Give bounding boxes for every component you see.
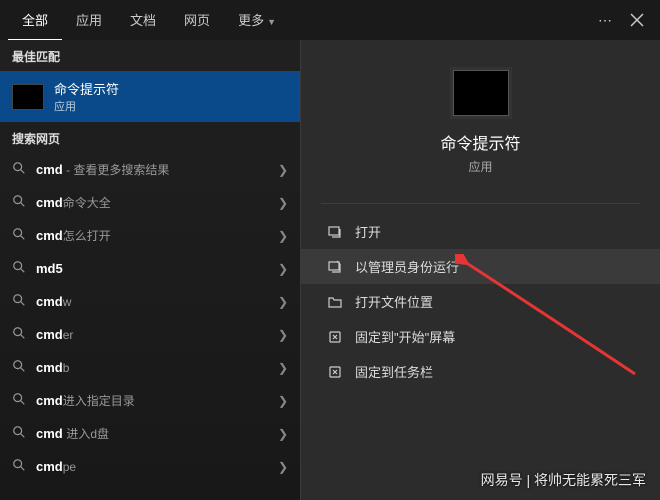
action-label: 固定到任务栏 (355, 362, 433, 381)
chevron-down-icon: ▼ (267, 17, 276, 27)
web-result-label: cmd - 查看更多搜索结果 (36, 161, 169, 178)
web-result-item[interactable]: cmdpe ❯ (0, 450, 300, 483)
action-pin-taskbar[interactable]: 固定到任务栏 (301, 354, 660, 389)
admin-icon (327, 259, 343, 275)
pin-start-icon (327, 329, 343, 345)
preview-panel: 命令提示符 应用 打开以管理员身份运行打开文件位置固定到"开始"屏幕固定到任务栏 (300, 40, 660, 500)
tab-more[interactable]: 更多▼ (224, 0, 290, 41)
best-match-subtitle: 应用 (54, 98, 119, 114)
web-result-item[interactable]: cmd - 查看更多搜索结果 ❯ (0, 153, 300, 186)
web-search-header: 搜索网页 (0, 122, 300, 153)
web-result-label: cmd怎么打开 (36, 227, 111, 244)
tab-all[interactable]: 全部 (8, 0, 62, 41)
chevron-right-icon: ❯ (278, 394, 288, 408)
search-icon (12, 326, 26, 343)
search-icon (12, 227, 26, 244)
action-label: 打开 (355, 222, 381, 241)
watermark: 网易号 | 将帅无能累死三军 (481, 470, 646, 490)
search-icon (12, 392, 26, 409)
action-admin[interactable]: 以管理员身份运行 (301, 249, 660, 284)
open-icon (327, 224, 343, 240)
web-result-item[interactable]: cmder ❯ (0, 318, 300, 351)
web-result-item[interactable]: md5 ❯ (0, 252, 300, 285)
search-icon (12, 260, 26, 277)
chevron-right-icon: ❯ (278, 163, 288, 177)
top-bar: 全部 应用 文档 网页 更多▼ ⋯ (0, 0, 660, 40)
web-result-item[interactable]: cmd进入指定目录 ❯ (0, 384, 300, 417)
web-result-label: cmdb (36, 360, 69, 375)
preview-title: 命令提示符 (440, 130, 520, 154)
web-result-label: cmd进入指定目录 (36, 392, 135, 409)
chevron-right-icon: ❯ (278, 427, 288, 441)
preview-subtitle: 应用 (468, 158, 492, 175)
chevron-right-icon: ❯ (278, 229, 288, 243)
tab-apps[interactable]: 应用 (62, 0, 116, 41)
filter-tabs: 全部 应用 文档 网页 更多▼ (8, 0, 598, 41)
action-open[interactable]: 打开 (301, 214, 660, 249)
chevron-right-icon: ❯ (278, 328, 288, 342)
web-result-label: md5 (36, 261, 63, 276)
web-result-label: cmdpe (36, 459, 76, 474)
search-icon (12, 458, 26, 475)
action-label: 固定到"开始"屏幕 (355, 327, 455, 346)
app-thumbnail-icon (12, 84, 44, 110)
web-result-label: cmd 进入d盘 (36, 425, 109, 442)
web-result-item[interactable]: cmd命令大全 ❯ (0, 186, 300, 219)
web-result-label: cmder (36, 327, 73, 342)
divider (321, 203, 640, 204)
folder-icon (327, 294, 343, 310)
chevron-right-icon: ❯ (278, 196, 288, 210)
chevron-right-icon: ❯ (278, 262, 288, 276)
tab-docs[interactable]: 文档 (116, 0, 170, 41)
chevron-right-icon: ❯ (278, 460, 288, 474)
chevron-right-icon: ❯ (278, 295, 288, 309)
chevron-right-icon: ❯ (278, 361, 288, 375)
best-match-title: 命令提示符 (54, 79, 119, 98)
web-result-label: cmdw (36, 294, 71, 309)
web-result-item[interactable]: cmd怎么打开 ❯ (0, 219, 300, 252)
search-icon (12, 359, 26, 376)
preview-thumbnail-icon (453, 70, 509, 116)
results-panel: 最佳匹配 命令提示符 应用 搜索网页 cmd - 查看更多搜索结果❯cmd命令大… (0, 40, 300, 500)
search-icon (12, 194, 26, 211)
search-icon (12, 425, 26, 442)
close-icon[interactable] (630, 13, 644, 27)
web-result-item[interactable]: cmd 进入d盘 ❯ (0, 417, 300, 450)
web-result-item[interactable]: cmdw ❯ (0, 285, 300, 318)
search-icon (12, 293, 26, 310)
action-label: 以管理员身份运行 (355, 257, 459, 276)
web-result-label: cmd命令大全 (36, 194, 111, 211)
action-label: 打开文件位置 (355, 292, 433, 311)
tab-web[interactable]: 网页 (170, 0, 224, 41)
pin-taskbar-icon (327, 364, 343, 380)
best-match-header: 最佳匹配 (0, 40, 300, 71)
best-match-item[interactable]: 命令提示符 应用 (0, 71, 300, 122)
more-options-icon[interactable]: ⋯ (598, 12, 614, 29)
search-icon (12, 161, 26, 178)
action-folder[interactable]: 打开文件位置 (301, 284, 660, 319)
action-pin-start[interactable]: 固定到"开始"屏幕 (301, 319, 660, 354)
web-result-item[interactable]: cmdb ❯ (0, 351, 300, 384)
